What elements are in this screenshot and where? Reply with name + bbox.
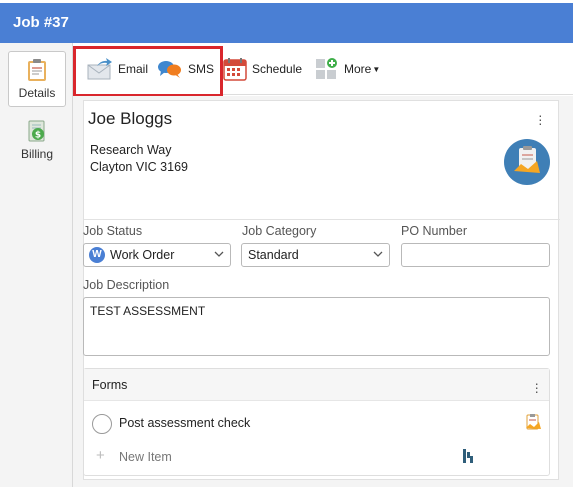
- forms-panel: Forms · · · Post assessment check + New It…: [83, 368, 550, 476]
- job-status-value: Work Order: [110, 248, 175, 262]
- job-details-pane: Joe Bloggs · · · Research Way Clayton VIC …: [73, 96, 573, 487]
- caret-down-icon: ▼: [372, 64, 381, 74]
- chevron-down-icon: [373, 251, 383, 257]
- schedule-label: Schedule: [252, 62, 303, 76]
- postcheck-avatar: [504, 139, 550, 185]
- forms-menu-icon[interactable]: · · ·: [534, 376, 539, 398]
- form-check-circle-icon[interactable]: [92, 414, 112, 434]
- form-item-label: Post assessment check: [119, 416, 251, 430]
- address-line1: Research Way: [90, 143, 172, 157]
- more-button[interactable]: More ▼: [315, 57, 380, 81]
- job-status-select[interactable]: W Work Order: [83, 243, 231, 267]
- postcheck-logo-icon: [514, 146, 540, 173]
- new-item-label: New Item: [119, 450, 172, 464]
- job-status-label: Job Status: [83, 224, 143, 238]
- logo-mark-icon: [463, 449, 473, 463]
- job-category-label: Job Category: [242, 224, 317, 238]
- email-icon: [87, 58, 112, 80]
- new-item-row[interactable]: + New Item: [92, 447, 542, 467]
- customer-name[interactable]: Joe Bloggs: [88, 109, 172, 129]
- job-category-select[interactable]: Standard: [241, 243, 390, 267]
- schedule-button[interactable]: Schedule: [223, 57, 302, 81]
- sms-chat-icon: [158, 61, 181, 78]
- details-clipboard-icon: [28, 59, 46, 81]
- toolbar: Email SMS Schedule More ▼: [73, 43, 573, 95]
- job-category-value: Standard: [248, 248, 299, 262]
- sms-button[interactable]: SMS: [157, 57, 214, 81]
- calendar-icon: [223, 58, 247, 81]
- sidebar-item-label: Billing: [20, 147, 53, 161]
- customer-menu-icon[interactable]: · · ·: [538, 108, 543, 130]
- email-label: Email: [118, 62, 149, 76]
- sidebar: Details $ Billing: [0, 43, 73, 487]
- more-label: More: [344, 62, 372, 76]
- sidebar-item-details[interactable]: Details: [8, 51, 66, 107]
- forms-title: Forms: [92, 378, 128, 392]
- sidebar-item-billing[interactable]: $ Billing: [8, 113, 66, 169]
- apps-plus-icon: [316, 58, 337, 79]
- po-number-input[interactable]: [401, 243, 550, 267]
- email-button[interactable]: Email: [87, 57, 148, 81]
- sidebar-item-label: Details: [18, 86, 56, 100]
- form-clipboard-icon: [526, 414, 541, 430]
- status-badge: W: [89, 247, 105, 263]
- job-description-label: Job Description: [83, 278, 170, 292]
- chevron-down-icon: [214, 251, 224, 257]
- po-number-label: PO Number: [401, 224, 467, 238]
- address-line2: Clayton VIC 3169: [90, 160, 188, 174]
- svg-text:$: $: [35, 131, 41, 141]
- window-title: Job #37: [13, 14, 69, 31]
- form-list-item[interactable]: Post assessment check: [92, 413, 542, 435]
- sms-label: SMS: [188, 62, 215, 76]
- billing-dollar-icon: $: [28, 120, 45, 142]
- window-titlebar: Job #37: [0, 3, 573, 43]
- job-fields: Job Status W Work Order Job Category Sta…: [83, 224, 563, 484]
- forms-header: Forms · · ·: [84, 369, 549, 401]
- plus-icon: +: [96, 447, 105, 464]
- job-description-textarea[interactable]: TEST ASSESSMENT: [83, 297, 550, 356]
- section-divider: [84, 219, 560, 220]
